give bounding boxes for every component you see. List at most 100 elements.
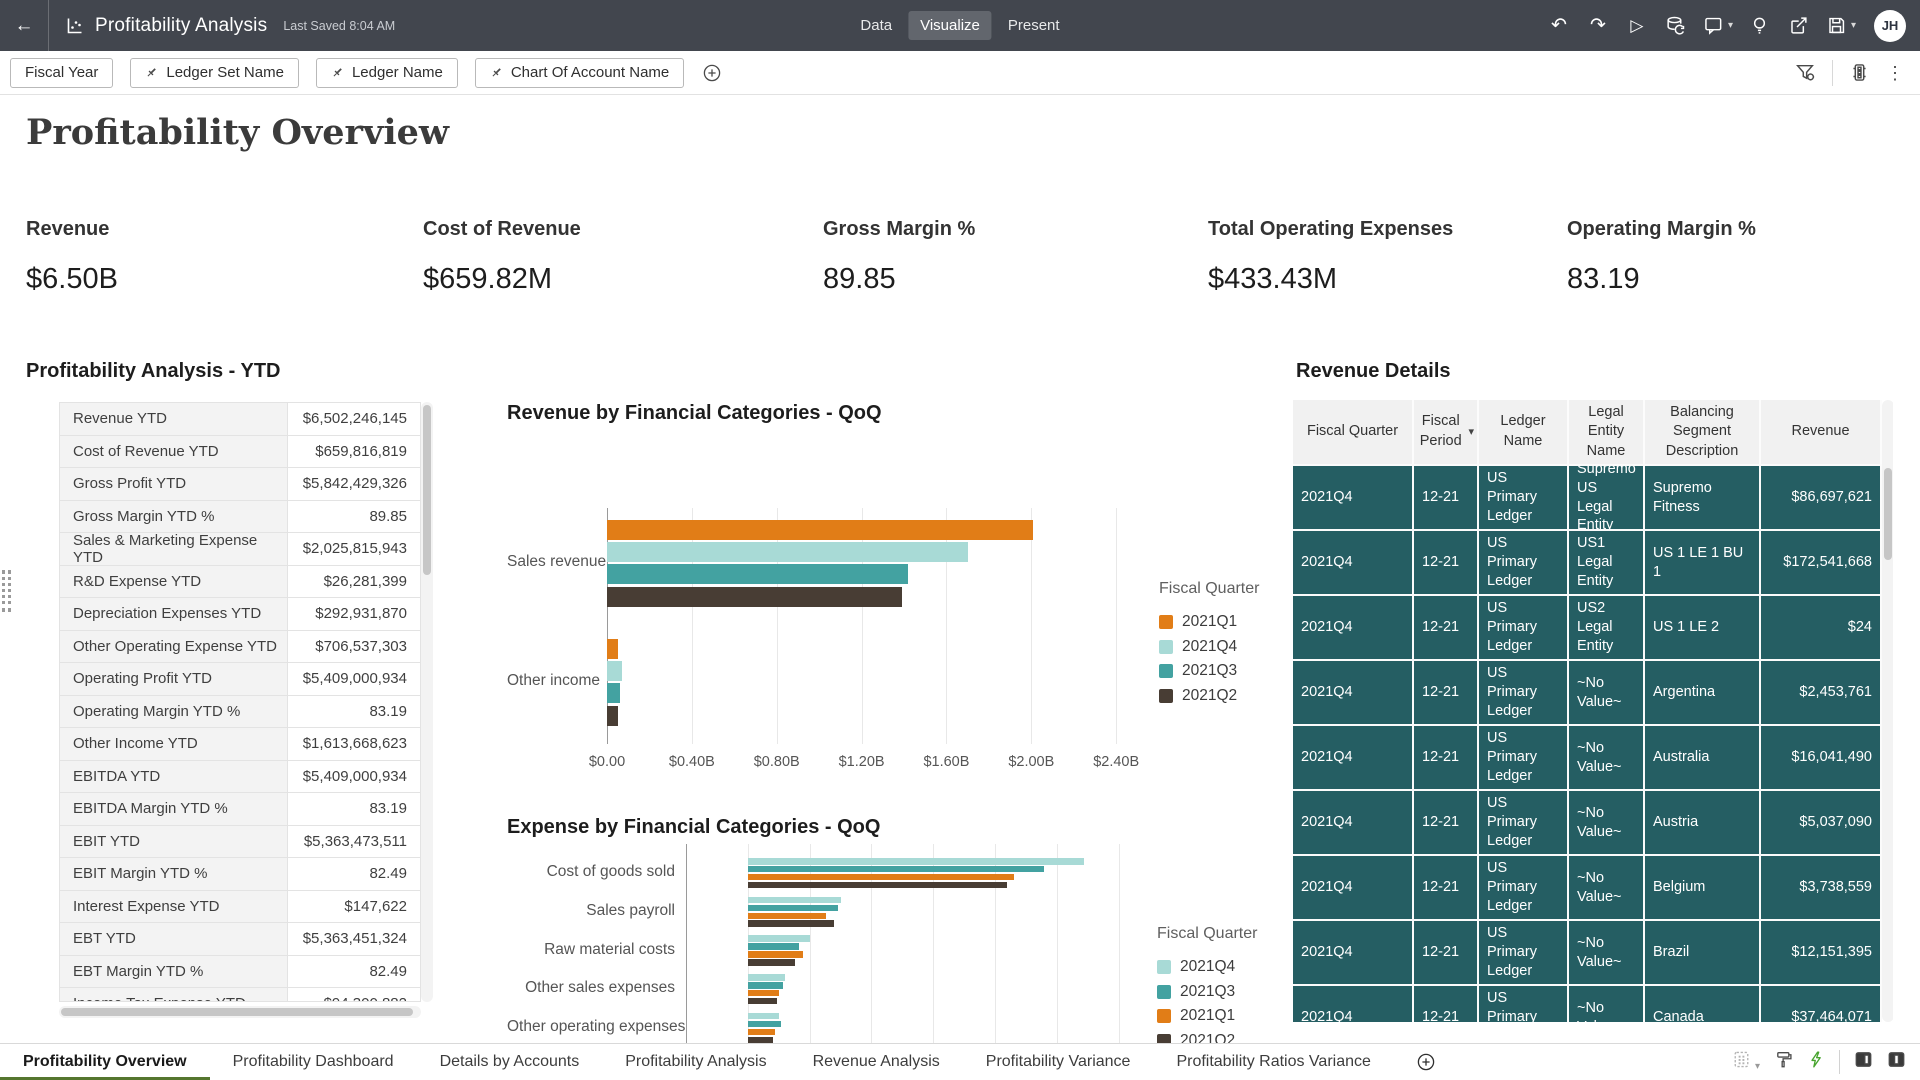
filter-pill-ledger-set-name[interactable]: Ledger Set Name (130, 58, 299, 88)
table-row[interactable]: 2021Q412-21US Primary Ledger~No Value~Au… (1293, 789, 1882, 854)
tab-present[interactable]: Present (996, 11, 1072, 40)
table-row[interactable]: EBITDA YTD$5,409,000,934 (60, 761, 420, 794)
table-row[interactable]: Cost of Revenue YTD$659,816,819 (60, 436, 420, 469)
legend-item-2021q1[interactable]: 2021Q1 (1159, 610, 1259, 635)
kpi-tile-cost-of-revenue[interactable]: Cost of Revenue$659.82M (423, 218, 581, 296)
bar-sales-revenue-2021q2[interactable] (607, 587, 902, 607)
table-row[interactable]: 2021Q412-21US Primary Ledger~No Value~Ca… (1293, 984, 1882, 1022)
bar-sales-revenue-2021q3[interactable] (607, 564, 908, 584)
bar-raw-material-costs-2021q4[interactable] (748, 935, 810, 942)
table-row[interactable]: EBIT YTD$5,363,473,511 (60, 826, 420, 859)
table-row[interactable]: Gross Margin YTD %89.85 (60, 501, 420, 534)
legend-item-2021q3[interactable]: 2021Q3 (1159, 659, 1259, 684)
column-header-fiscal-period[interactable]: Fiscal Period▾ (1414, 400, 1479, 464)
canvas-tab-details-by-accounts[interactable]: Details by Accounts (417, 1044, 603, 1080)
add-filter-button[interactable] (702, 63, 722, 83)
filter-icon[interactable] (1795, 62, 1816, 83)
column-header-fiscal-quarter[interactable]: Fiscal Quarter (1293, 400, 1414, 464)
table-row[interactable]: EBIT Margin YTD %82.49 (60, 858, 420, 891)
bar-cost-of-goods-sold-2021q2[interactable] (748, 882, 1008, 889)
conditional-formatting-icon[interactable] (1849, 62, 1870, 83)
panel-drag-handle[interactable] (2, 570, 11, 612)
bar-sales-payroll-2021q1[interactable] (748, 913, 826, 920)
bar-other-income-2021q4[interactable] (607, 661, 622, 681)
table-row[interactable]: 2021Q412-21US Primary LedgerUS2 Legal En… (1293, 594, 1882, 659)
bar-other-sales-expenses-2021q2[interactable] (748, 998, 777, 1005)
bar-cost-of-goods-sold-2021q4[interactable] (748, 858, 1084, 865)
kpi-tile-revenue[interactable]: Revenue$6.50B (26, 218, 118, 296)
canvas-tab-profitability-analysis[interactable]: Profitability Analysis (602, 1044, 789, 1080)
run-icon[interactable]: ▷ (1622, 10, 1652, 42)
table-row[interactable]: 2021Q412-21US Primary LedgerSupremo US L… (1293, 464, 1882, 529)
filter-pill-fiscal-year[interactable]: Fiscal Year (10, 58, 113, 88)
column-header-ledger-name[interactable]: Ledger Name (1479, 400, 1569, 464)
bar-other-operating-expenses-2021q1[interactable] (748, 1029, 775, 1036)
legend-item-2021q2[interactable]: 2021Q2 (1159, 684, 1259, 709)
bar-raw-material-costs-2021q1[interactable] (748, 951, 804, 958)
table-row[interactable]: EBITDA Margin YTD %83.19 (60, 793, 420, 826)
bar-other-income-2021q3[interactable] (607, 683, 620, 703)
kpi-tile-operating-margin[interactable]: Operating Margin %83.19 (1567, 218, 1756, 296)
table-row[interactable]: Depreciation Expenses YTD$292,931,870 (60, 598, 420, 631)
bar-other-sales-expenses-2021q3[interactable] (748, 982, 783, 989)
table-row[interactable]: 2021Q412-21US Primary Ledger~No Value~Ar… (1293, 659, 1882, 724)
legend-item-2021q4[interactable]: 2021Q4 (1157, 955, 1257, 980)
avatar[interactable]: JH (1874, 10, 1906, 42)
bar-sales-payroll-2021q2[interactable] (748, 920, 835, 927)
table-row[interactable]: Other Income YTD$1,613,668,623 (60, 728, 420, 761)
bar-other-sales-expenses-2021q1[interactable] (748, 990, 779, 997)
bar-other-income-2021q1[interactable] (607, 639, 618, 659)
column-header-balancing-segment-description[interactable]: Balancing Segment Description (1645, 400, 1761, 464)
tab-visualize[interactable]: Visualize (908, 11, 992, 40)
panel-right-icon[interactable] (1887, 1050, 1906, 1074)
ytd-horizontal-scrollbar[interactable] (59, 1006, 421, 1018)
kpi-tile-total-operating-expenses[interactable]: Total Operating Expenses$433.43M (1208, 218, 1453, 296)
add-canvas-button[interactable] (1416, 1052, 1436, 1072)
table-row[interactable]: Interest Expense YTD$147,622 (60, 891, 420, 924)
table-row[interactable]: R&D Expense YTD$26,281,399 (60, 566, 420, 599)
open-in-new-icon[interactable] (1784, 10, 1814, 42)
canvas-tab-profitability-ratios-variance[interactable]: Profitability Ratios Variance (1153, 1044, 1393, 1080)
table-row[interactable]: 2021Q412-21US Primary Ledger~No Value~Au… (1293, 724, 1882, 789)
table-row[interactable]: Sales & Marketing Expense YTD$2,025,815,… (60, 533, 420, 566)
canvas-tab-profitability-variance[interactable]: Profitability Variance (963, 1044, 1154, 1080)
details-vertical-scrollbar[interactable] (1882, 400, 1893, 1022)
bar-cost-of-goods-sold-2021q3[interactable] (748, 866, 1045, 873)
table-row[interactable]: Revenue YTD$6,502,246,145 (60, 403, 420, 436)
table-row[interactable]: Other Operating Expense YTD$706,537,303 (60, 631, 420, 664)
bar-other-operating-expenses-2021q4[interactable] (748, 1013, 779, 1020)
canvas-tab-revenue-analysis[interactable]: Revenue Analysis (790, 1044, 963, 1080)
bar-sales-payroll-2021q3[interactable] (748, 905, 839, 912)
canvas-grid-icon[interactable]: ▾ (1732, 1050, 1760, 1074)
table-row[interactable]: Income Tax Expense YTD$94,300,882 (60, 988, 420, 1002)
more-options-icon[interactable]: ⋮ (1886, 64, 1904, 82)
canvas-tab-profitability-dashboard[interactable]: Profitability Dashboard (210, 1044, 417, 1080)
table-row[interactable]: 2021Q412-21US Primary Ledger~No Value~Br… (1293, 919, 1882, 984)
table-row[interactable]: 2021Q412-21US Primary LedgerUS1 Legal En… (1293, 529, 1882, 594)
column-header-legal-entity-name[interactable]: Legal Entity Name (1569, 400, 1645, 464)
ytd-vertical-scrollbar[interactable] (421, 402, 433, 1002)
table-row[interactable]: Operating Profit YTD$5,409,000,934 (60, 663, 420, 696)
save-icon[interactable]: ▾ (1823, 10, 1859, 42)
table-row[interactable]: 2021Q412-21US Primary Ledger~No Value~Be… (1293, 854, 1882, 919)
format-painter-icon[interactable] (1774, 1050, 1793, 1074)
table-row[interactable]: Operating Margin YTD %83.19 (60, 696, 420, 729)
canvas-tab-profitability-overview[interactable]: Profitability Overview (0, 1044, 210, 1080)
comments-icon[interactable]: ▾ (1700, 10, 1736, 42)
bar-cost-of-goods-sold-2021q1[interactable] (748, 874, 1014, 881)
table-row[interactable]: EBT YTD$5,363,451,324 (60, 923, 420, 956)
bar-other-operating-expenses-2021q3[interactable] (748, 1021, 781, 1028)
bar-other-sales-expenses-2021q4[interactable] (748, 974, 785, 981)
redo-icon[interactable]: ↷ (1583, 10, 1613, 42)
legend-item-2021q3[interactable]: 2021Q3 (1157, 980, 1257, 1005)
legend-item-2021q1[interactable]: 2021Q1 (1157, 1004, 1257, 1029)
auto-insights-icon[interactable] (1807, 1050, 1825, 1074)
table-row[interactable]: EBT Margin YTD %82.49 (60, 956, 420, 989)
back-button[interactable]: ← (0, 0, 48, 51)
tab-data[interactable]: Data (848, 11, 904, 40)
insights-icon[interactable] (1745, 10, 1775, 42)
kpi-tile-gross-margin[interactable]: Gross Margin %89.85 (823, 218, 975, 296)
filter-pill-chart-of-account-name[interactable]: Chart Of Account Name (475, 58, 684, 88)
bar-sales-revenue-2021q1[interactable] (607, 520, 1033, 540)
bar-sales-revenue-2021q4[interactable] (607, 542, 968, 562)
